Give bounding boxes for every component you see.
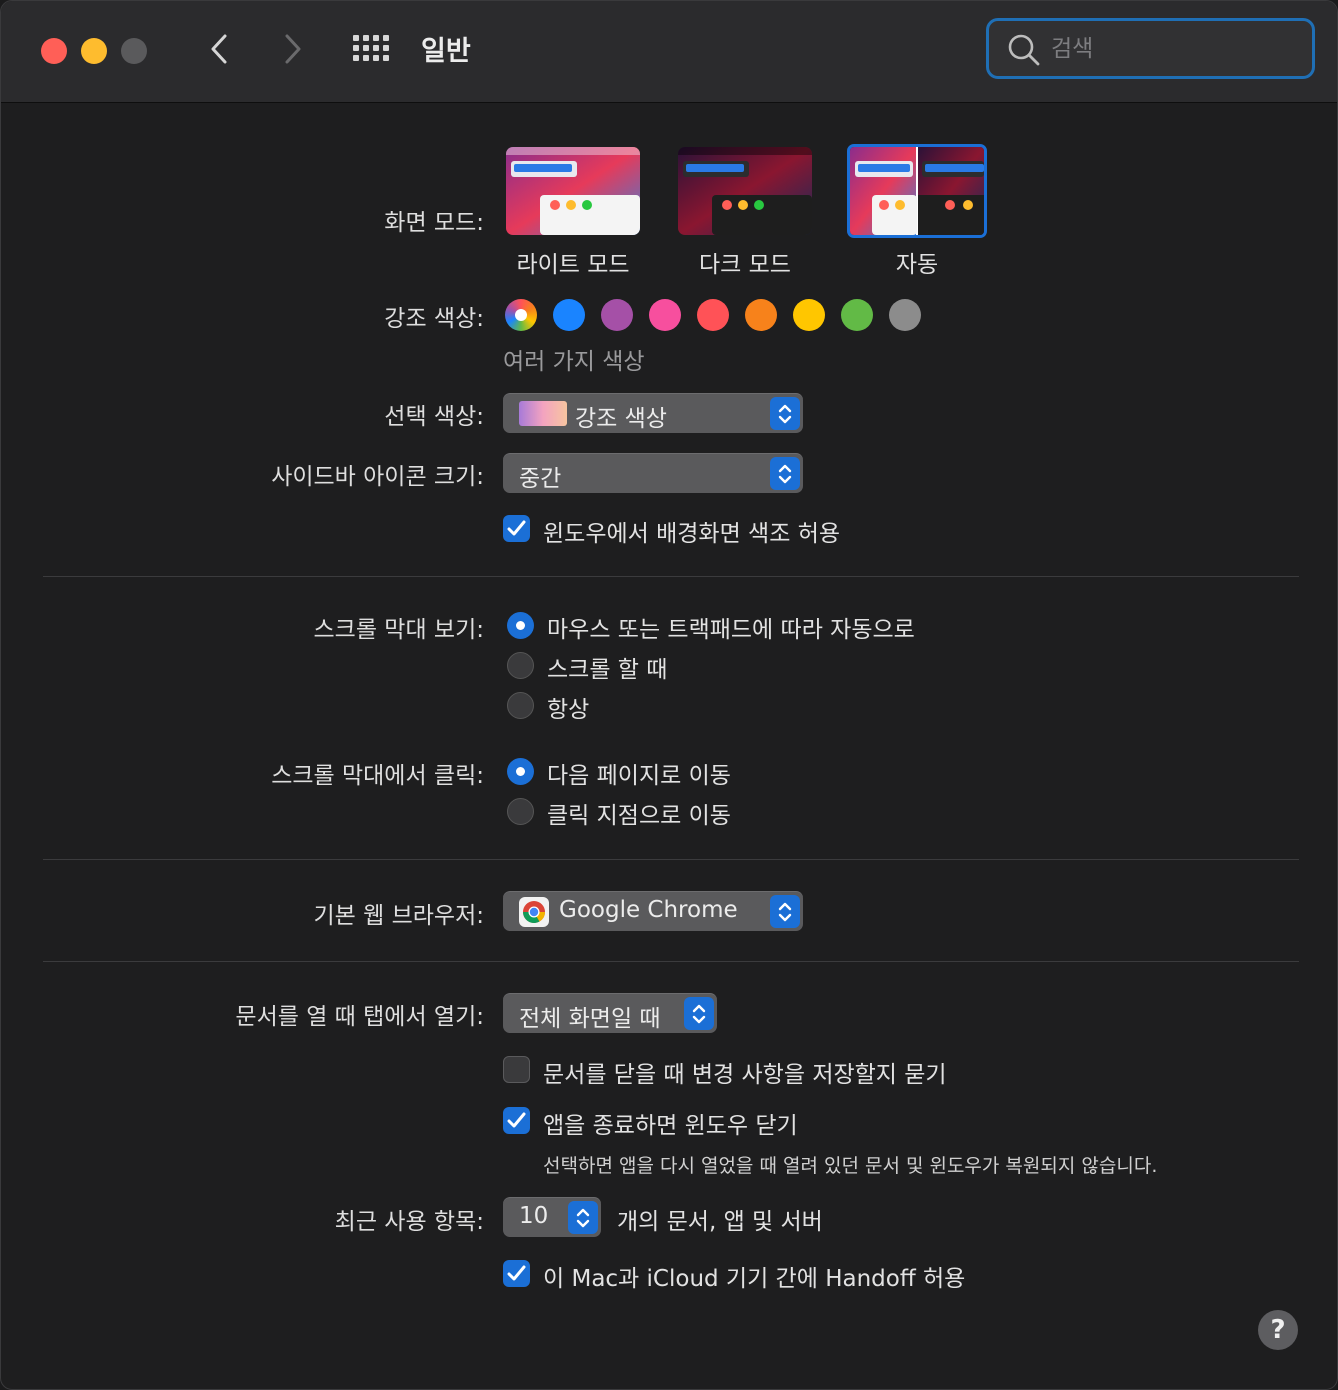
show-scrollbars-label: 스크롤 막대 보기: [313,617,485,643]
search-input[interactable] [1049,29,1303,69]
popup-arrows-icon [770,457,800,490]
accent-swatch-orange[interactable] [745,299,777,331]
recent-items-value: 10 [519,1203,549,1229]
minimize-window-button[interactable] [81,38,107,64]
recent-items-popup[interactable]: 10 [503,1197,601,1237]
search-icon [1008,34,1040,66]
section-divider [43,961,1299,962]
checkmark-icon [507,1112,526,1128]
scrollbars-always-label[interactable]: 항상 [547,690,589,724]
popup-arrows-icon [684,997,714,1030]
accent-swatch-red[interactable] [697,299,729,331]
highlight-color-popup[interactable]: 강조 색상 [503,393,803,433]
click-next-page-label[interactable]: 다음 페이지로 이동 [547,756,731,790]
theme-auto-thumbnail[interactable] [847,144,987,238]
help-button[interactable]: ? [1258,1310,1298,1350]
checkmark-icon [507,520,526,536]
chevron-right-icon [285,34,301,64]
click-next-page-radio[interactable] [507,758,534,785]
ask-save-changes-label[interactable]: 문서를 닫을 때 변경 사항을 저장할지 묻기 [543,1055,947,1089]
scrollbars-when-scrolling-radio[interactable] [507,652,534,679]
accent-swatch-green[interactable] [841,299,873,331]
section-divider [43,576,1299,577]
click-scrollbar-label: 스크롤 막대에서 클릭: [271,763,484,789]
theme-light-label: 라이트 모드 [516,252,630,278]
scrollbars-always-radio[interactable] [507,692,534,719]
accent-swatch-pink[interactable] [649,299,681,331]
recent-items-label: 최근 사용 항목: [334,1209,484,1235]
highlight-color-sample [519,401,567,426]
default-browser-popup[interactable]: Google Chrome [503,891,803,931]
back-button[interactable] [199,29,239,69]
theme-dark-thumbnail[interactable] [678,147,812,235]
highlight-color-label: 선택 색상: [384,404,484,430]
default-browser-value: Google Chrome [559,897,738,923]
accent-swatch-blue[interactable] [553,299,585,331]
scrollbars-auto-radio[interactable] [507,612,534,639]
auto-mode-preview-image [850,147,984,235]
accent-swatch-graphite[interactable] [889,299,921,331]
close-windows-note: 선택하면 앱을 다시 열었을 때 열려 있던 문서 및 윈도우가 복원되지 않습… [543,1155,1158,1177]
handoff-checkbox[interactable] [503,1260,530,1287]
accent-swatch-multicolor[interactable] [505,299,537,331]
forward-button[interactable] [273,29,313,69]
zoom-window-button[interactable] [121,38,147,64]
scrollbars-when-scrolling-label[interactable]: 스크롤 할 때 [547,650,667,684]
click-spot-radio[interactable] [507,798,534,825]
prefer-tabs-popup[interactable]: 전체 화면일 때 [503,993,717,1033]
light-mode-preview-image [506,147,640,235]
wallpaper-tinting-label[interactable]: 윈도우에서 배경화면 색조 허용 [543,514,840,548]
sidebar-icon-size-value: 중간 [519,466,562,492]
accent-color-label: 강조 색상: [384,306,484,332]
chrome-icon [519,897,549,927]
sidebar-icon-size-popup[interactable]: 중간 [503,453,803,493]
close-windows-checkbox[interactable] [503,1107,530,1134]
popup-arrows-icon [770,895,800,928]
prefer-tabs-value: 전체 화면일 때 [519,1006,661,1032]
system-preferences-window: 일반 화면 모드: [0,0,1338,1390]
title-bar: 일반 [1,1,1337,103]
ask-save-changes-checkbox[interactable] [503,1056,530,1083]
accent-swatch-yellow[interactable] [793,299,825,331]
wallpaper-tinting-checkbox[interactable] [503,515,530,542]
section-divider [43,859,1299,860]
prefer-tabs-label: 문서를 열 때 탭에서 열기: [235,1004,484,1030]
window-title: 일반 [421,36,471,67]
chevron-left-icon [211,34,227,64]
checkmark-icon [507,1265,526,1281]
dark-mode-preview-image [678,147,812,235]
search-field[interactable] [986,18,1315,79]
highlight-color-value: 강조 색상 [575,406,667,432]
appearance-label: 화면 모드: [384,210,484,236]
show-all-grid-icon[interactable] [353,35,391,65]
accent-swatch-purple[interactable] [601,299,633,331]
sidebar-icon-size-label: 사이드바 아이콘 크기: [271,464,484,490]
close-window-button[interactable] [41,38,67,64]
recent-items-suffix: 개의 문서, 앱 및 서버 [617,1209,823,1235]
close-windows-label[interactable]: 앱을 종료하면 윈도우 닫기 [543,1106,798,1140]
theme-dark-label: 다크 모드 [699,252,791,278]
click-spot-label[interactable]: 클릭 지점으로 이동 [547,796,731,830]
popup-arrows-icon [770,397,800,430]
handoff-label[interactable]: 이 Mac과 iCloud 기기 간에 Handoff 허용 [543,1259,965,1293]
popup-arrows-icon [568,1201,598,1234]
theme-light-thumbnail[interactable] [506,147,640,235]
scrollbars-auto-label[interactable]: 마우스 또는 트랙패드에 따라 자동으로 [547,610,915,644]
theme-auto-label: 자동 [895,252,939,278]
default-browser-label: 기본 웹 브라우저: [313,903,485,929]
accent-color-caption: 여러 가지 색상 [503,349,645,375]
